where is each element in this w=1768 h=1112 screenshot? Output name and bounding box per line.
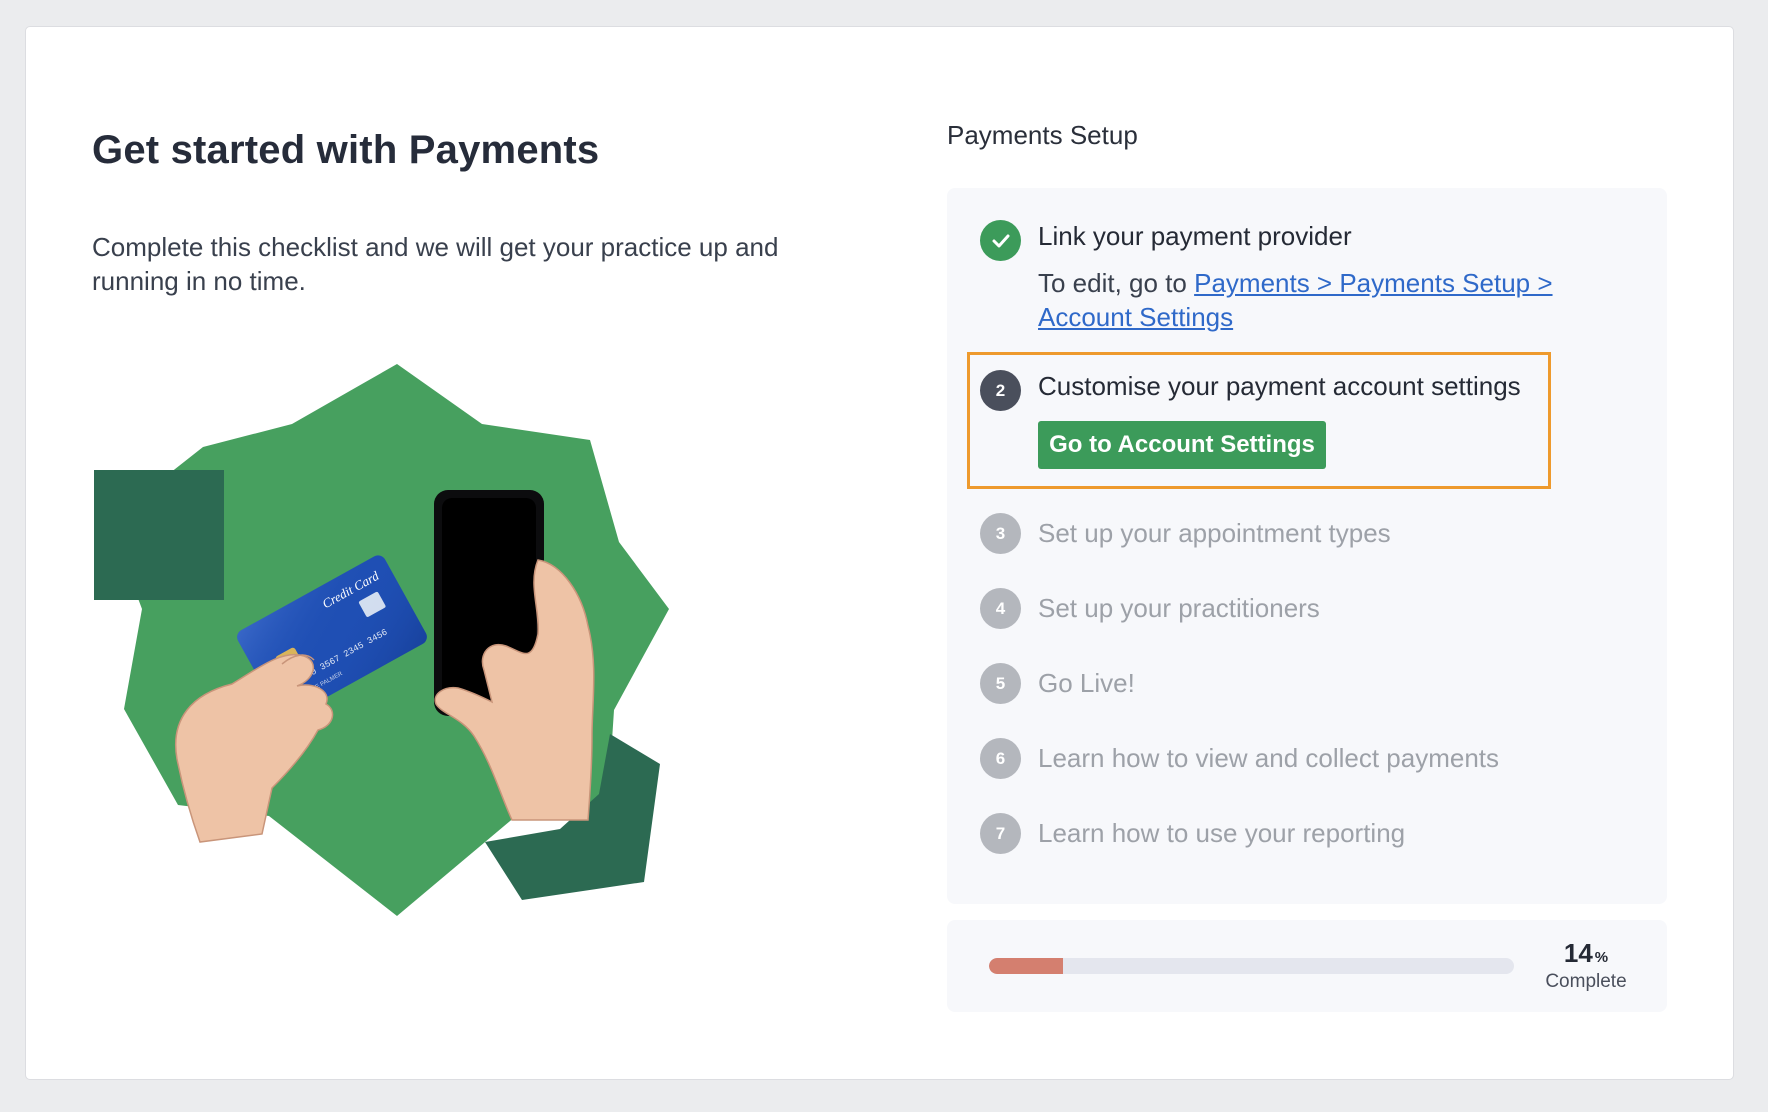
step-label: Learn how to use your reporting	[1038, 818, 1406, 848]
edit-hint-prefix: To edit, go to	[1038, 268, 1195, 298]
step-number-badge: 3	[980, 513, 1021, 554]
step-label: Customise your payment account settings	[1038, 371, 1521, 401]
step-number-badge: 7	[980, 813, 1021, 854]
step-number-badge: 2	[980, 370, 1021, 411]
step-label: Go Live!	[1038, 668, 1135, 698]
step-number-badge: 4	[980, 588, 1021, 629]
step-label: Link your payment provider	[1038, 221, 1352, 251]
step-number-badge: 6	[980, 738, 1021, 779]
step-label: Set up your appointment types	[1038, 518, 1391, 548]
setup-checklist: Link your payment provider To edit, go t…	[947, 188, 1667, 904]
step-label: Set up your practitioners	[1038, 593, 1320, 623]
payments-setup-heading: Payments Setup	[947, 120, 1138, 150]
go-to-account-settings-button[interactable]: Go to Account Settings	[1038, 421, 1326, 469]
step-label: Learn how to view and collect payments	[1038, 743, 1500, 773]
dark-square-shape	[94, 470, 224, 600]
progress-label: Complete	[1545, 971, 1627, 992]
progress-value: 14	[1563, 938, 1593, 968]
step-edit-hint: To edit, go to Payments > Payments Setup…	[1038, 266, 1598, 334]
progress-unit: %	[1594, 949, 1609, 966]
check-icon	[980, 220, 1021, 261]
step-number-badge: 5	[980, 663, 1021, 704]
progress-panel: 14% Complete	[947, 920, 1667, 1012]
progress-fill	[989, 958, 1063, 974]
progress-bar	[989, 958, 1514, 974]
intro-description: Complete this checklist and we will get …	[92, 232, 779, 296]
payment-illustration: Credit Card 5890 3567 2345 3456 NAME PAL…	[94, 364, 669, 916]
progress-readout: 14% Complete	[1526, 938, 1646, 993]
page-title: Get started with Payments	[92, 128, 600, 172]
